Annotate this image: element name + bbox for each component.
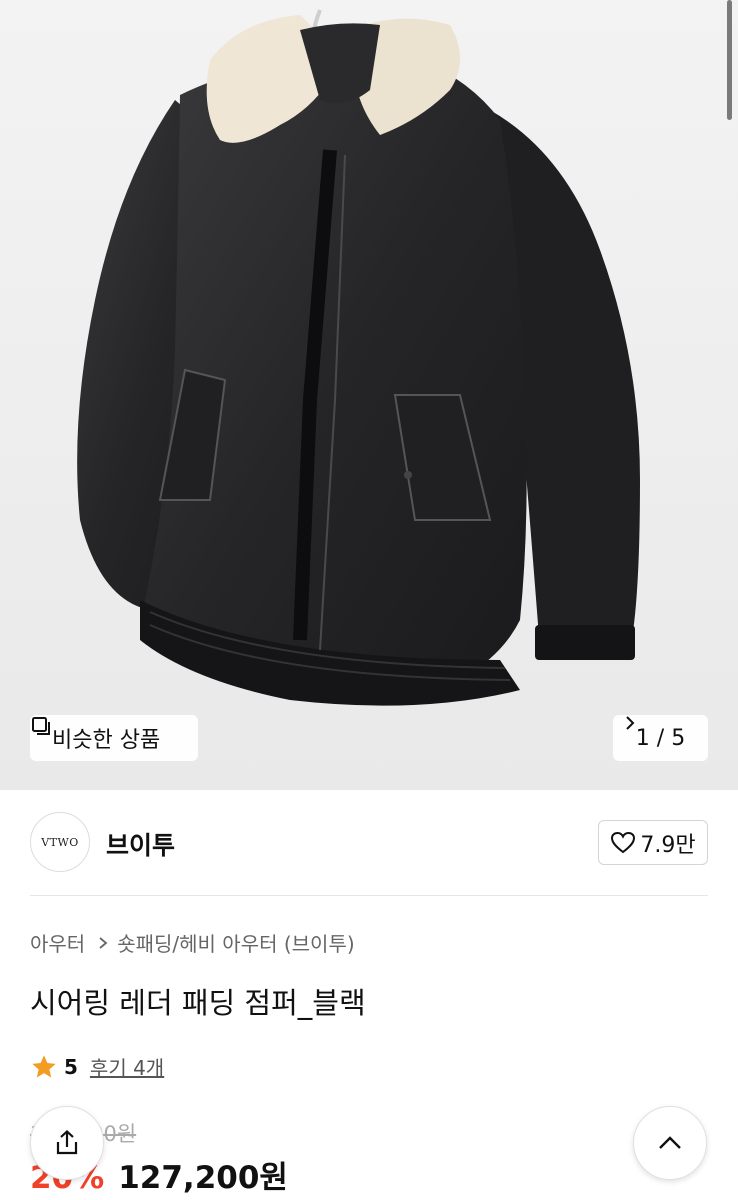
share-button[interactable] — [30, 1106, 104, 1180]
image-counter-button[interactable]: 1 / 5 — [613, 715, 708, 761]
product-title: 시어링 레더 패딩 점퍼_블랙 — [30, 986, 366, 1020]
breadcrumb-item[interactable]: 아우터 — [30, 928, 85, 957]
brand-logo-text: VTWO — [41, 835, 79, 849]
product-photo — [0, 0, 738, 790]
star-icon — [32, 1054, 56, 1077]
brand-name[interactable]: 브이투 — [106, 826, 175, 862]
chevron-right-icon — [626, 716, 635, 730]
breadcrumb: 아우터 숏패딩/헤비 아우터 (브이투) — [30, 928, 355, 957]
brand-row: VTWO 브이투 7.9만 — [0, 790, 738, 896]
breadcrumb-item[interactable]: 숏패딩/헤비 아우터 (브이투) — [117, 928, 354, 957]
rating-summary: 5 후기 4개 — [30, 1052, 164, 1081]
like-count: 7.9만 — [640, 832, 696, 858]
similar-products-button[interactable]: 비슷한 상품 — [30, 715, 198, 761]
copy-square-icon — [32, 717, 50, 735]
chevron-up-icon — [659, 1136, 681, 1149]
sale-price: 127,200원 — [118, 1160, 288, 1196]
heart-outline-icon — [611, 831, 636, 853]
divider — [30, 895, 708, 896]
scroll-indicator[interactable] — [727, 0, 732, 120]
rating-score: 5 — [64, 1054, 78, 1079]
like-button[interactable]: 7.9만 — [598, 820, 708, 865]
product-image-gallery[interactable]: 비슷한 상품 1 / 5 — [0, 0, 738, 790]
similar-products-label: 비슷한 상품 — [52, 728, 161, 753]
scroll-to-top-button[interactable] — [633, 1106, 707, 1180]
brand-logo[interactable]: VTWO — [30, 812, 90, 872]
reviews-link[interactable]: 후기 4개 — [90, 1052, 164, 1081]
chevron-right-icon — [99, 936, 108, 949]
share-icon — [56, 1130, 78, 1155]
image-counter: 1 / 5 — [635, 725, 686, 751]
